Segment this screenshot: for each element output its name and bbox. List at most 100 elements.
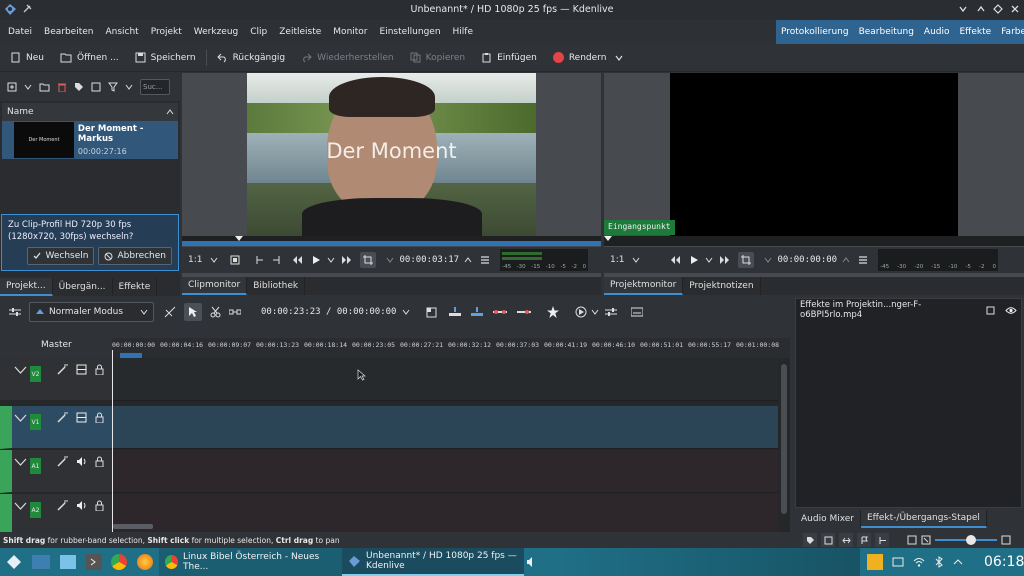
tag-icon[interactable] [803, 533, 817, 547]
track-lane-v1[interactable] [112, 406, 778, 449]
timeline-settings-icon[interactable] [9, 307, 21, 317]
tag-icon[interactable] [74, 82, 84, 92]
timeline-horizontal-scrollbar[interactable] [113, 524, 153, 529]
track-label-v1[interactable]: V1 [30, 414, 41, 430]
chevron-up-icon[interactable] [842, 256, 850, 264]
project-zoom-label[interactable]: 1:1 [610, 255, 624, 265]
new-button[interactable]: Neu [2, 44, 52, 72]
track-header-a1[interactable]: A1 [0, 450, 112, 493]
chevron-down-icon[interactable] [327, 256, 335, 264]
record-audio-icon[interactable] [575, 306, 587, 318]
zoom-out-icon[interactable] [907, 535, 917, 545]
lock-icon[interactable] [95, 500, 104, 511]
workspace-audio[interactable]: Audio [919, 27, 955, 37]
menu-datei[interactable]: Datei [2, 20, 38, 44]
track-label-v2[interactable]: V2 [30, 366, 41, 382]
bin-clip-item[interactable]: Der Moment Der Moment - Markus 00:00:27:… [2, 121, 178, 159]
flag-icon[interactable] [857, 533, 871, 547]
project-video-frame[interactable] [670, 73, 958, 236]
track-lane-a2[interactable] [112, 494, 778, 537]
taskbar-task-browser[interactable]: Linux Bibel Österreich - Neues The... [159, 548, 342, 576]
firefox-icon[interactable] [137, 554, 153, 570]
chevron-down-icon[interactable] [125, 83, 133, 91]
chevron-down-icon[interactable] [402, 308, 410, 316]
lock-icon[interactable] [95, 412, 104, 423]
add-clip-icon[interactable] [7, 82, 17, 92]
snap-icon[interactable] [839, 533, 853, 547]
effects-wand-icon[interactable] [57, 412, 68, 423]
tab-uebergaenge[interactable]: Übergän... [53, 278, 113, 296]
switch-profile-button[interactable]: Wechseln [27, 247, 95, 265]
workspace-effekte[interactable]: Effekte [955, 27, 997, 37]
track-lane-a1[interactable] [112, 450, 778, 493]
workspace-farbe[interactable]: Farbe [996, 27, 1024, 37]
zoom-slider-handle[interactable] [966, 535, 976, 545]
maximize-icon[interactable] [993, 4, 1003, 14]
film-icon[interactable] [76, 412, 87, 423]
save-button[interactable]: Speichern [127, 44, 204, 72]
chevron-down-icon[interactable] [210, 256, 218, 264]
menu-monitor[interactable]: Monitor [327, 20, 373, 44]
terminal-icon[interactable] [86, 554, 102, 570]
track-header-a2[interactable]: A2 [0, 494, 112, 537]
chevron-down-icon[interactable] [958, 4, 968, 14]
fit-icon[interactable] [230, 255, 240, 265]
track-header-v1[interactable]: V1 [0, 406, 112, 449]
track-label-a2[interactable]: A2 [30, 502, 41, 518]
project-playhead[interactable] [604, 236, 612, 241]
tab-effekte[interactable]: Effekte [113, 278, 158, 296]
film-icon[interactable] [76, 364, 87, 375]
open-button[interactable]: Öffnen ... [52, 44, 127, 72]
collapse-chevron-icon[interactable] [14, 458, 27, 467]
play-icon[interactable] [311, 255, 321, 265]
tray-expand-icon[interactable] [953, 558, 963, 566]
spacer-tool-icon[interactable] [229, 307, 241, 317]
clip-ruler[interactable] [182, 236, 601, 246]
subtitle-icon[interactable] [631, 307, 644, 317]
chevron-down-icon[interactable] [632, 256, 640, 264]
bin-column-header[interactable]: Name [2, 103, 178, 121]
chevron-down-icon[interactable] [764, 256, 772, 264]
forward-icon[interactable] [341, 255, 352, 265]
extract-icon[interactable] [517, 308, 532, 316]
tray-window-icon[interactable] [892, 556, 904, 568]
eye-icon[interactable] [1005, 306, 1017, 315]
tab-projektnotizen[interactable]: Projektnotizen [683, 277, 761, 295]
close-icon[interactable] [1010, 4, 1020, 14]
composite-icon[interactable] [426, 307, 437, 318]
new-folder-icon[interactable] [39, 82, 50, 92]
chevron-down-icon[interactable] [24, 83, 32, 91]
render-dropdown-icon[interactable] [614, 53, 624, 63]
collapse-chevron-icon[interactable] [14, 414, 27, 423]
render-button[interactable]: Rendern [545, 44, 615, 72]
desktop-icon[interactable] [32, 555, 50, 569]
menu-einstellungen[interactable]: Einstellungen [374, 20, 447, 44]
menu-werkzeug[interactable]: Werkzeug [188, 20, 245, 44]
save-icon[interactable] [821, 533, 835, 547]
delete-icon[interactable] [57, 82, 67, 92]
file-manager-icon[interactable] [60, 555, 76, 569]
lock-icon[interactable] [95, 364, 104, 375]
tab-audio-mixer[interactable]: Audio Mixer [795, 510, 861, 528]
razor-toggle-icon[interactable] [164, 306, 176, 318]
tab-effect-stack[interactable]: Effekt-/Übergangs-Stapel [861, 510, 987, 528]
track-label-a1[interactable]: A1 [30, 458, 41, 474]
lift-icon[interactable] [493, 308, 508, 316]
tab-projektmonitor[interactable]: Projektmonitor [604, 277, 684, 295]
effects-wand-icon[interactable] [57, 456, 68, 467]
selection-tool-icon[interactable] [184, 303, 202, 321]
chevron-down-icon[interactable] [705, 256, 713, 264]
play-icon[interactable] [689, 255, 699, 265]
cancel-profile-button[interactable]: Abbrechen [98, 247, 172, 265]
timeline-ruler[interactable]: 00:00:00:00 00:00:04:16 00:00:09:07 00:00:1… [112, 338, 790, 358]
chevron-down-icon[interactable] [591, 308, 599, 316]
insert-icon[interactable] [449, 307, 462, 317]
project-timecode[interactable]: 00:00:00:00 [777, 255, 837, 265]
set-out-icon[interactable] [272, 255, 282, 265]
timeline-playhead-line[interactable] [112, 350, 113, 532]
menu-hilfe[interactable]: Hilfe [447, 20, 479, 44]
zoom-in-icon[interactable] [1001, 535, 1011, 545]
fit-zoom-icon[interactable] [921, 535, 931, 545]
menu-bearbeiten[interactable]: Bearbeiten [38, 20, 99, 44]
set-in-icon[interactable] [254, 255, 264, 265]
